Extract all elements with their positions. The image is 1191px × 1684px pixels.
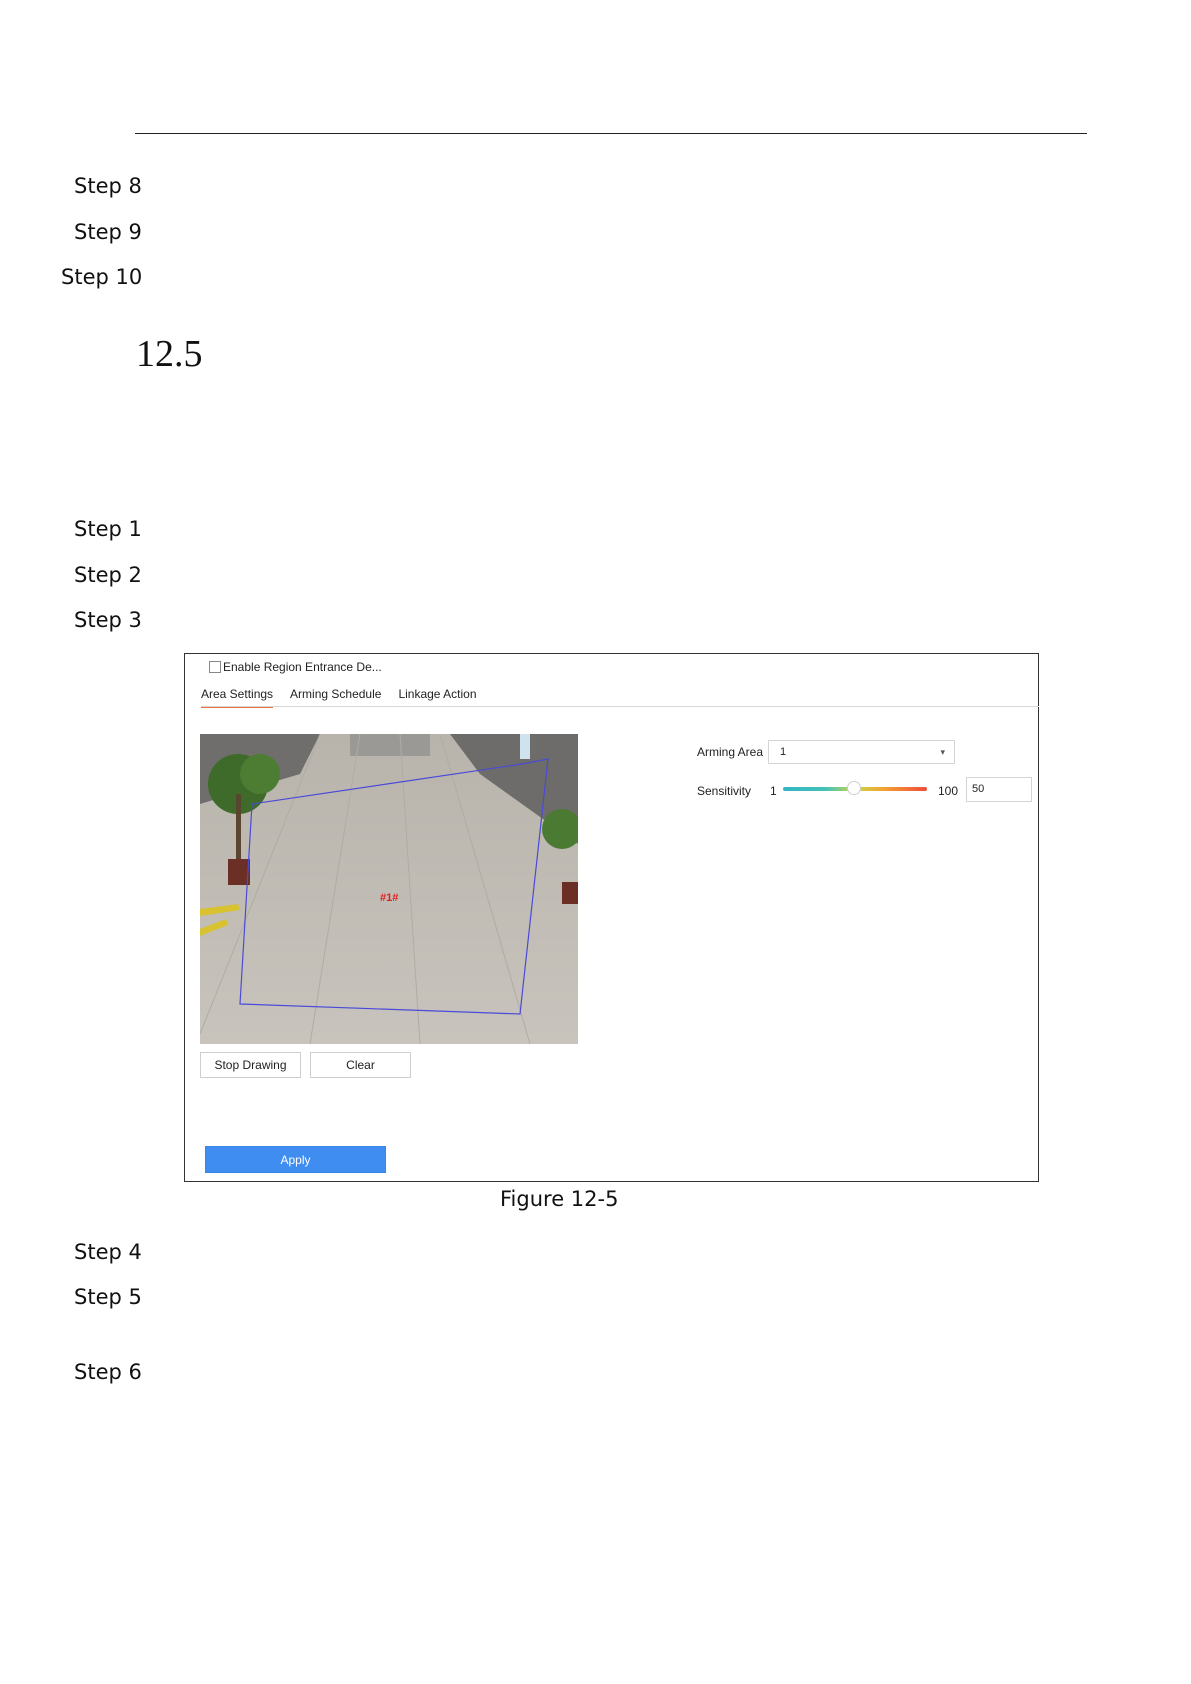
tab-linkage-action[interactable]: Linkage Action [398, 687, 476, 708]
clear-button[interactable]: Clear [310, 1052, 411, 1078]
step-label: Step 9 [74, 220, 142, 244]
camera-preview[interactable]: #1# [200, 734, 578, 1044]
camera-preview-image: #1# [200, 734, 578, 1044]
sensitivity-slider-handle[interactable] [847, 781, 862, 795]
stop-drawing-button[interactable]: Stop Drawing [200, 1052, 301, 1078]
tab-area-settings[interactable]: Area Settings [201, 687, 274, 708]
arming-area-label: Arming Area [697, 745, 764, 759]
step-label: Step 1 [74, 517, 142, 541]
apply-button[interactable]: Apply [205, 1146, 386, 1173]
step-label: Step 2 [74, 563, 142, 587]
step-label: Step 5 [74, 1285, 142, 1309]
tab-arming-schedule[interactable]: Arming Schedule [290, 687, 381, 708]
enable-checkbox-label: Enable Region Entrance De... [223, 660, 382, 674]
step-label: Step 6 [74, 1360, 142, 1384]
section-number: 12.5 [136, 333, 203, 375]
region-entrance-settings-panel: Enable Region Entrance De... Area Settin… [184, 653, 1039, 1182]
sensitivity-min: 1 [770, 784, 777, 798]
region-tag: #1# [380, 892, 398, 904]
sensitivity-max: 100 [938, 784, 959, 798]
figure-caption: Figure 12-5 [500, 1187, 619, 1211]
arming-area-value: 1 [780, 746, 787, 758]
header-rule [135, 133, 1087, 134]
step-label: Step 8 [74, 174, 142, 198]
step-label: Step 3 [74, 608, 142, 632]
step-label: Step 4 [74, 1240, 142, 1264]
settings-tabs: Area Settings Arming Schedule Linkage Ac… [201, 687, 494, 708]
chevron-down-icon: ▾ [940, 747, 945, 757]
enable-checkbox[interactable] [209, 661, 221, 673]
step-label: Step 10 [61, 265, 143, 289]
sensitivity-label: Sensitivity [697, 784, 752, 798]
enable-region-entrance-checkbox-row[interactable]: Enable Region Entrance De... [209, 660, 382, 674]
tabs-divider [201, 706, 1039, 707]
sensitivity-input[interactable]: 50 [966, 777, 1032, 802]
arming-area-select[interactable]: 1 ▾ [768, 740, 955, 764]
